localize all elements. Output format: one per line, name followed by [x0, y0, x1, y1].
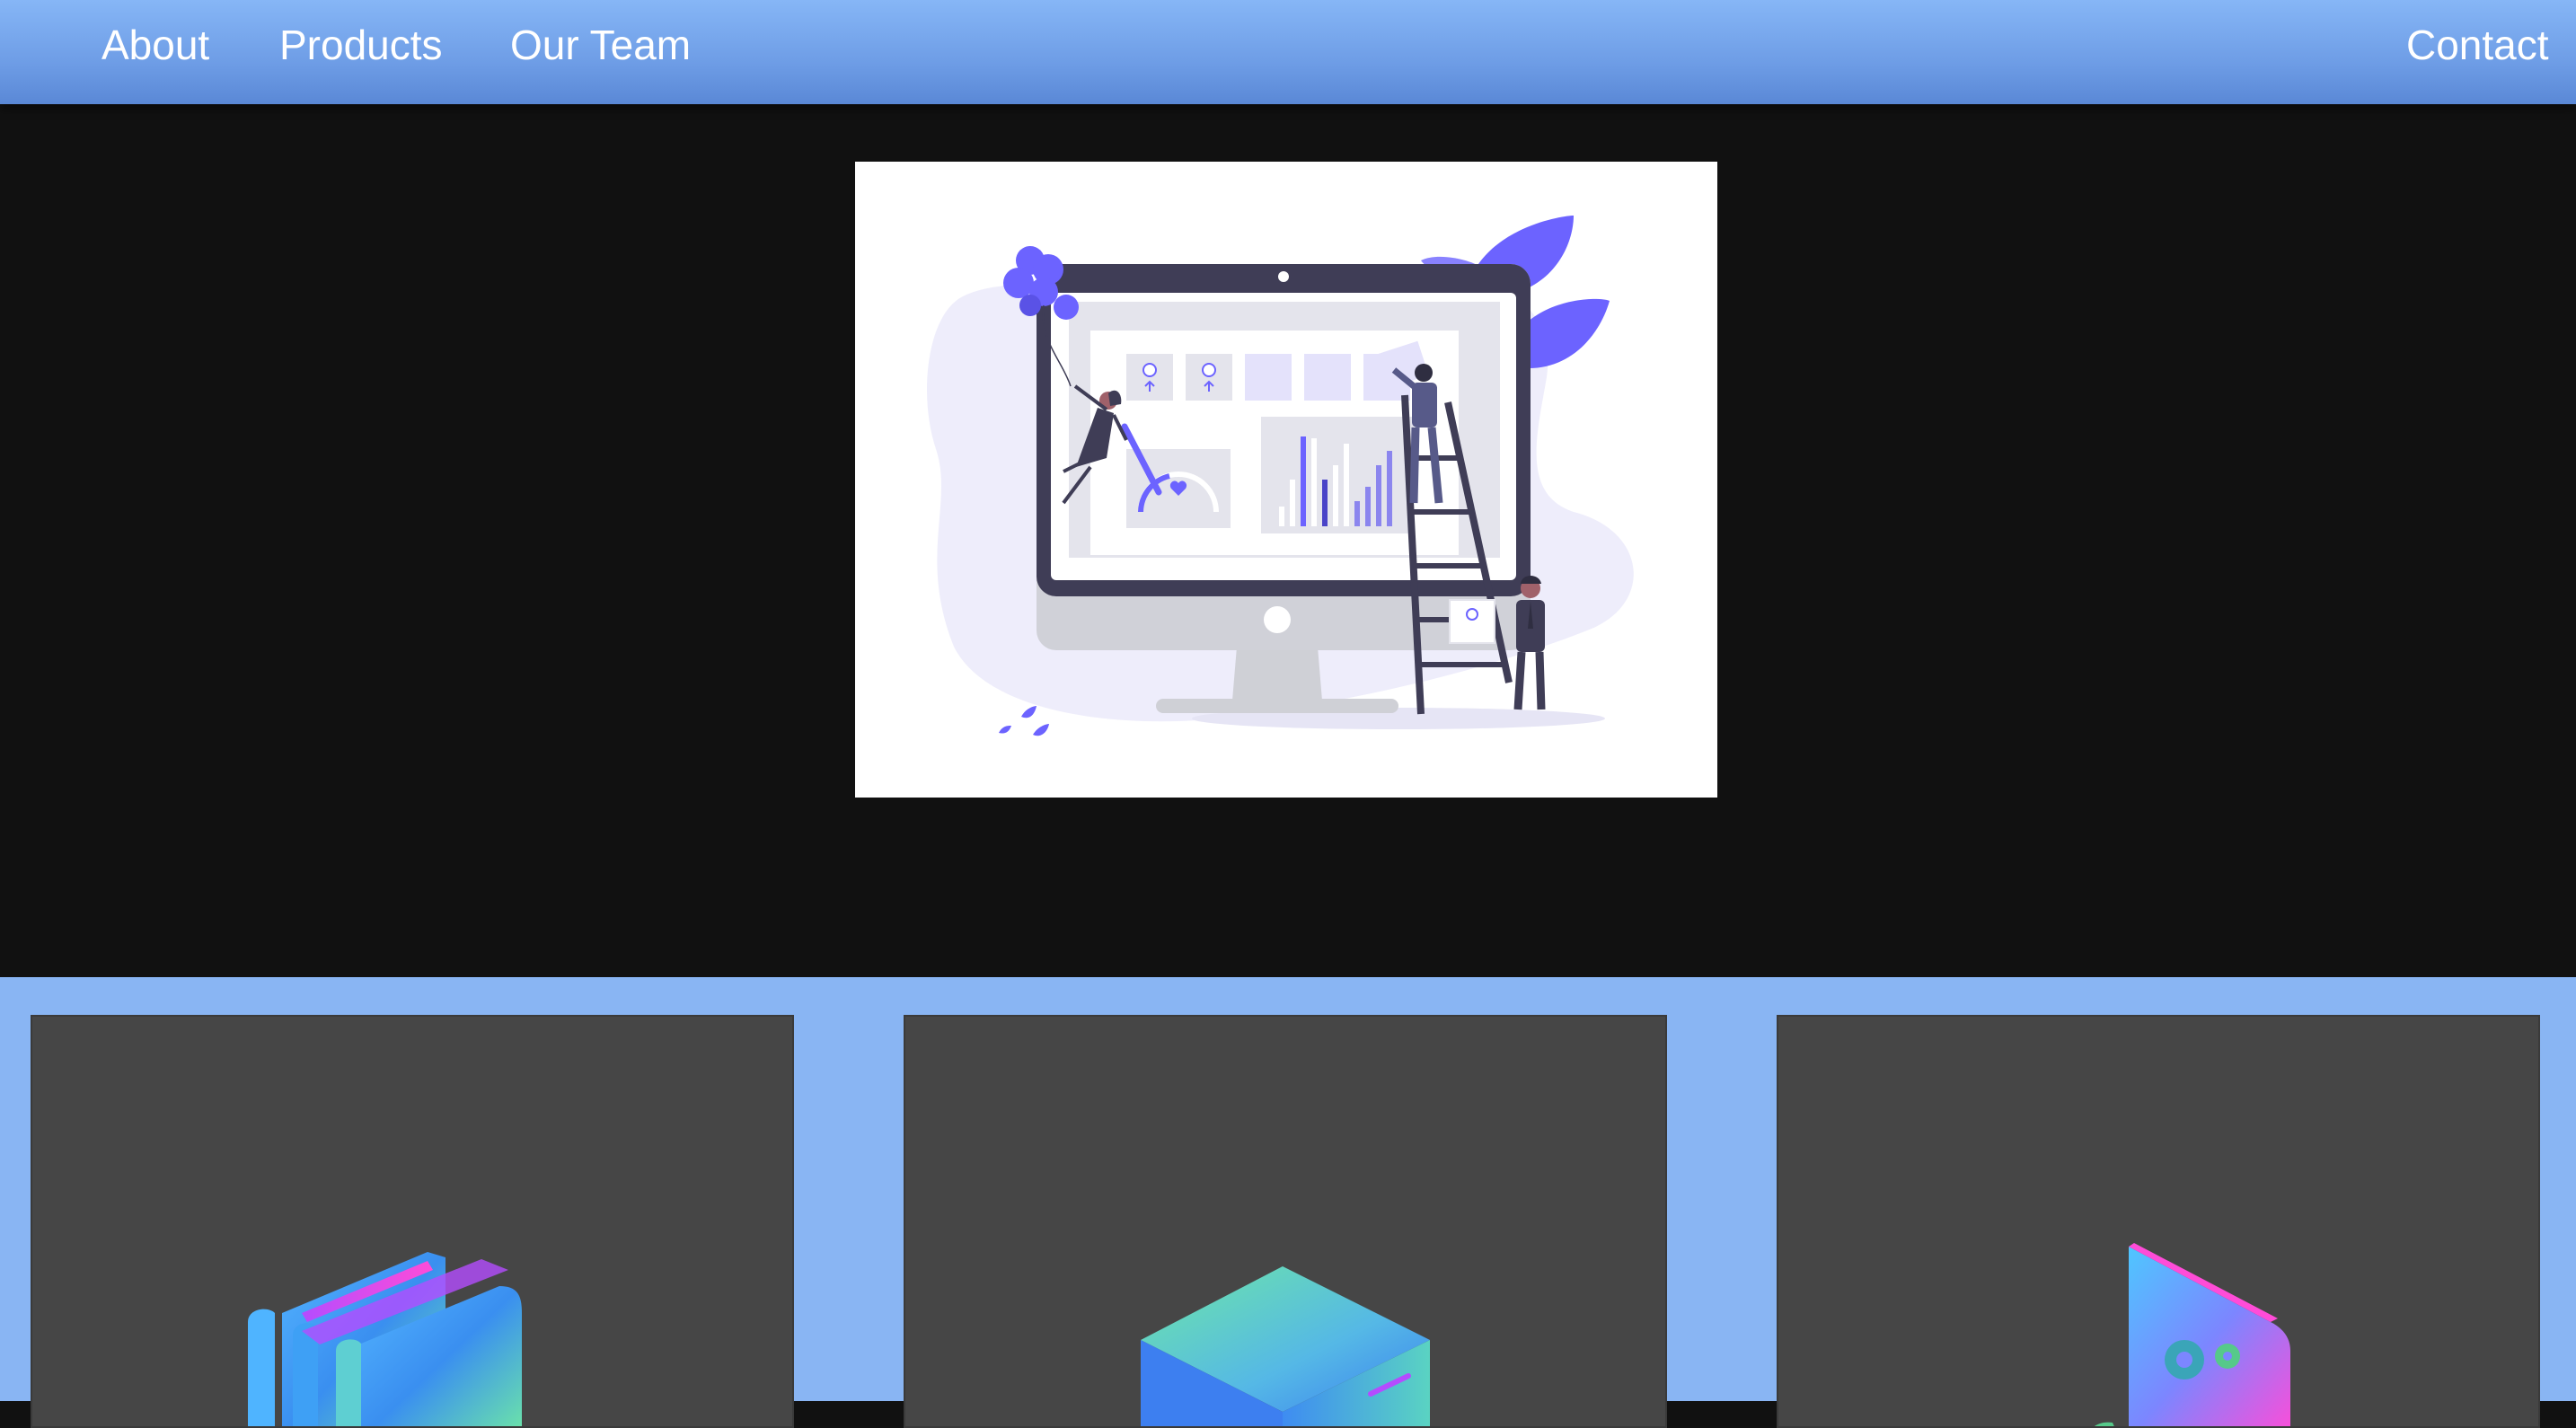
server-box-icon [1141, 1266, 1430, 1426]
chart-bar [1387, 451, 1392, 526]
chart-bar [1279, 507, 1284, 526]
small-leaf [1033, 724, 1049, 736]
small-leaf [999, 726, 1011, 734]
chart-bar [1365, 487, 1371, 526]
held-card [1449, 599, 1495, 644]
businessman-legs [1513, 651, 1546, 710]
tile-icon [1142, 363, 1157, 377]
balloon [1019, 295, 1041, 316]
man-on-ladder-body [1412, 383, 1437, 428]
dashboard-tile [1245, 354, 1292, 401]
nav-link-our-team[interactable]: Our Team [510, 20, 691, 70]
chart-bar [1290, 480, 1295, 526]
features-section [0, 977, 2576, 1428]
settings-panel-icon [2095, 1243, 2290, 1426]
small-leaf [1021, 706, 1037, 718]
nav-link-products[interactable]: Products [279, 20, 443, 70]
chart-bar [1322, 480, 1328, 526]
chart-bar [1311, 438, 1317, 526]
nav-link-contact[interactable]: Contact [2406, 20, 2549, 70]
hero-section [0, 104, 2576, 977]
top-navbar: About Products Our Team Contact [0, 0, 2576, 104]
chart-bar [1354, 501, 1360, 526]
balloon [1003, 268, 1034, 298]
chart-bar [1376, 465, 1381, 526]
monitor-power-button [1264, 606, 1291, 633]
hero-image [855, 162, 1717, 798]
stacked-folders-icon [248, 1252, 522, 1426]
monitor-stand [1232, 647, 1322, 701]
man-on-ladder-head [1415, 364, 1433, 382]
feature-card-3[interactable] [1777, 1015, 2540, 1428]
chart-bar [1344, 444, 1349, 526]
chart-bar [1301, 436, 1306, 526]
balloon [1054, 295, 1079, 320]
feature-card-1[interactable] [31, 1015, 794, 1428]
tile-icon [1202, 363, 1216, 377]
dashboard-tile [1304, 354, 1351, 401]
nav-link-about[interactable]: About [101, 20, 209, 70]
monitor-camera [1278, 271, 1289, 282]
dashboard-monitor-illustration [927, 216, 1634, 736]
monitor-base [1156, 699, 1398, 713]
chart-bar [1333, 465, 1338, 526]
feature-card-2[interactable] [904, 1015, 1667, 1428]
